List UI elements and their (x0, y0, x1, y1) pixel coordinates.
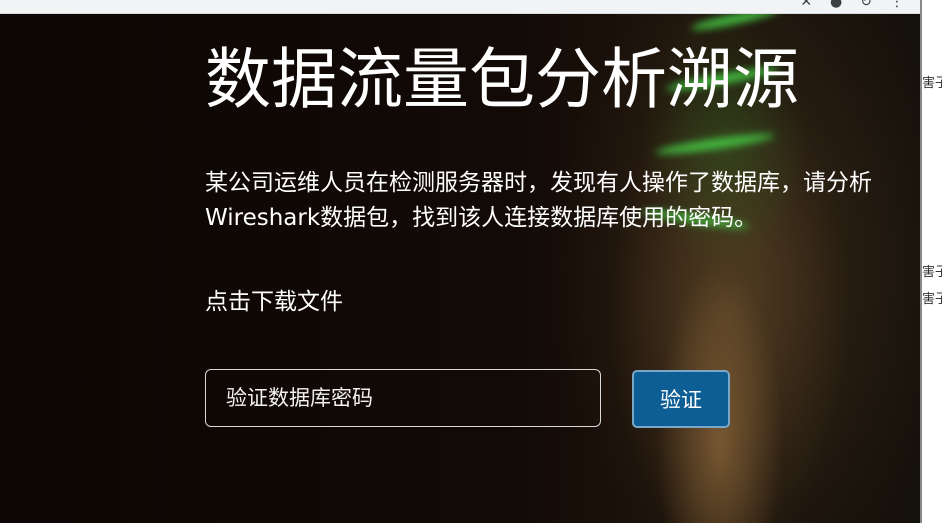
adjacent-text-fragment: 害子 (922, 265, 942, 280)
info-icon[interactable]: ● (830, 0, 842, 10)
close-icon[interactable]: ✕ (800, 0, 812, 10)
adjacent-text-fragment: 害子 (922, 292, 942, 307)
browser-toolbar-icons: ✕ ● ↻ ⋮ (800, 0, 904, 10)
menu-icon[interactable]: ⋮ (890, 0, 904, 10)
download-file-link[interactable]: 点击下载文件 (205, 286, 343, 318)
verify-button[interactable]: 验证 (632, 370, 730, 428)
page-title: 数据流量包分析溯源 (205, 41, 799, 118)
browser-toolbar-strip: ✕ ● ↻ ⋮ (0, 0, 920, 14)
adjacent-window-edge: 害子 害子 害子 (922, 0, 942, 523)
challenge-description: 某公司运维人员在检测服务器时，发现有人操作了数据库，请分析Wireshark数据… (205, 170, 872, 231)
page: ✕ ● ↻ ⋮ 数据流量包分析溯源 某公司运维人员在检测服务器时，发现有人操作了… (0, 0, 942, 523)
adjacent-text-fragment: 害子 (922, 76, 942, 91)
refresh-icon[interactable]: ↻ (860, 0, 872, 10)
password-input[interactable] (205, 369, 601, 427)
